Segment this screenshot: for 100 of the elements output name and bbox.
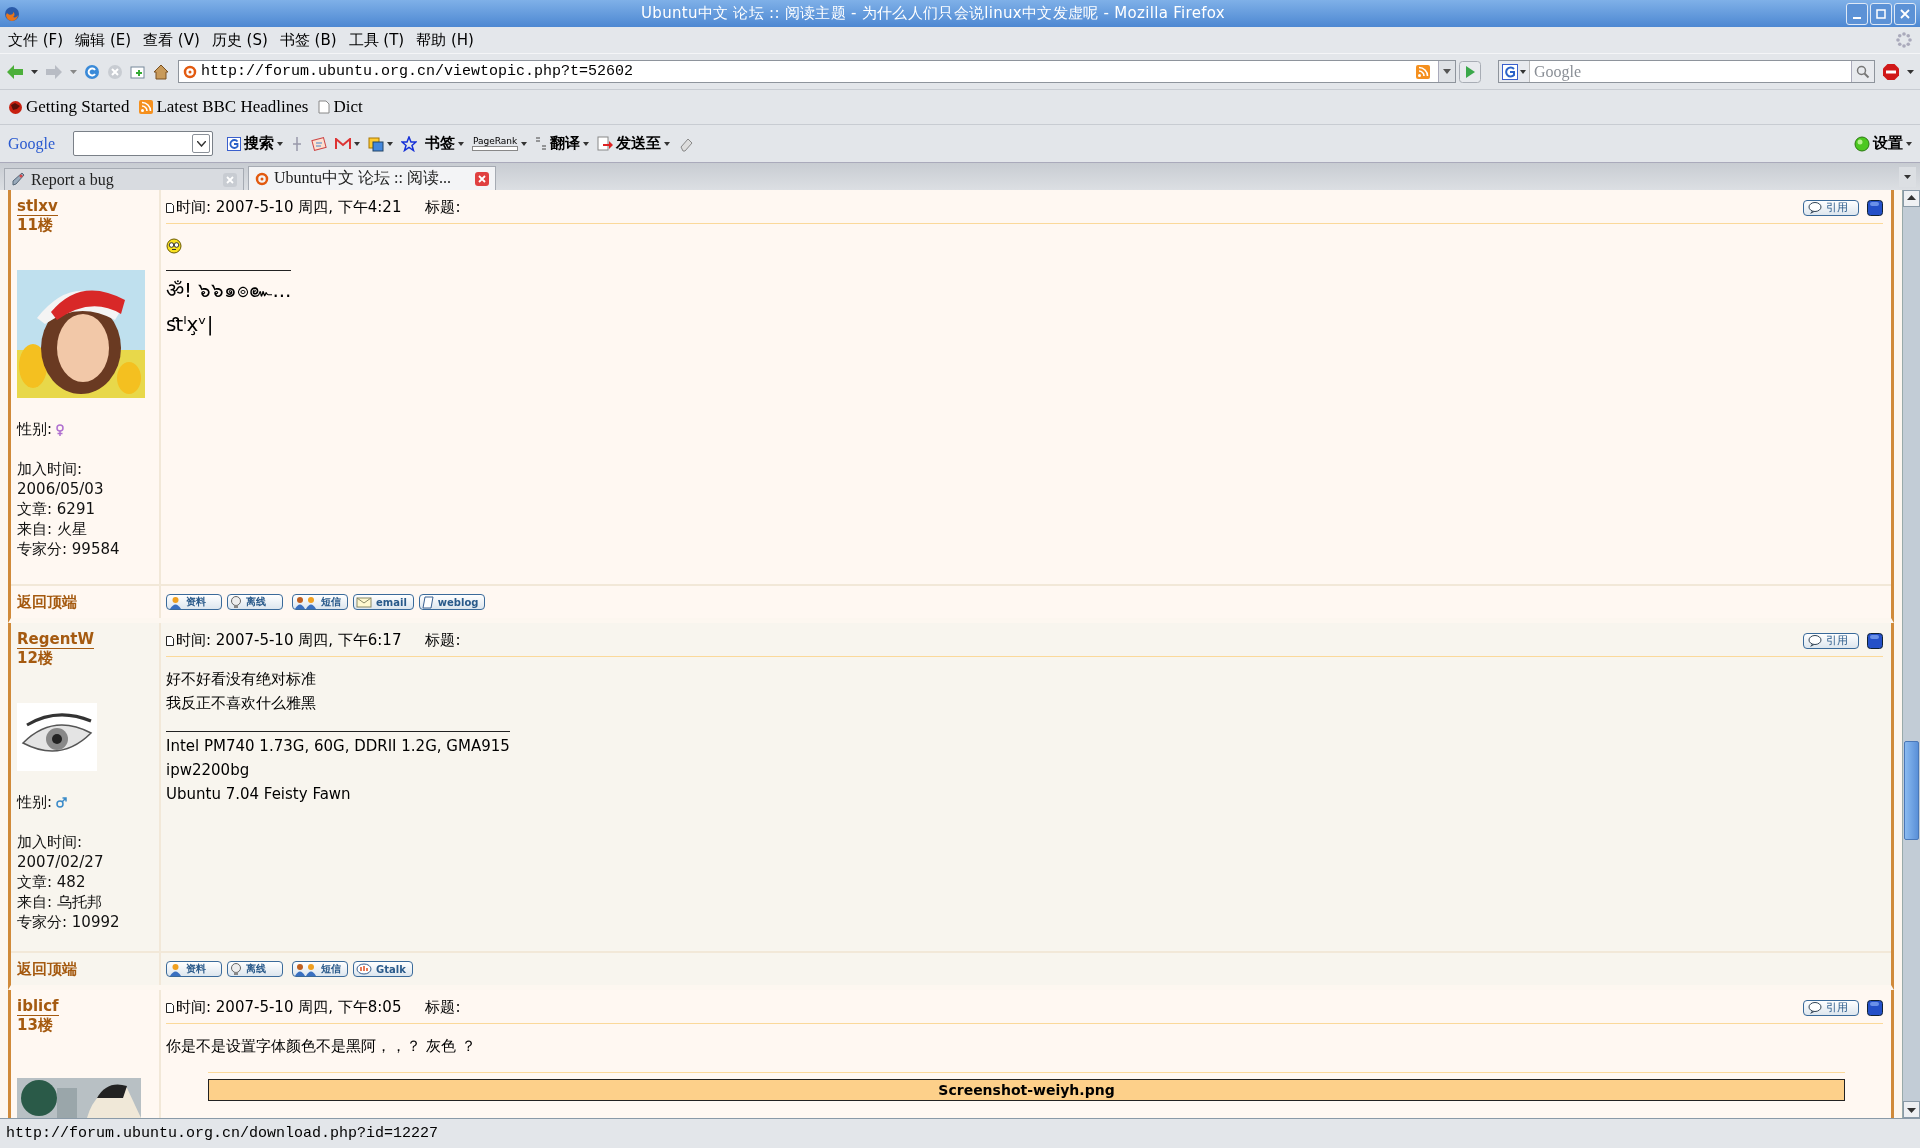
caret-icon — [521, 141, 528, 146]
subject-label: 标题: — [425, 998, 461, 1017]
browser-tab[interactable]: Report a bug — [4, 168, 244, 190]
feed-icon[interactable] — [1416, 64, 1430, 79]
menu-item[interactable]: 工具 (T) — [343, 28, 410, 52]
menu-item[interactable]: 历史 (S) — [206, 28, 273, 52]
close-icon — [1899, 7, 1911, 20]
caret-icon — [354, 141, 361, 146]
history-dropdown-button[interactable] — [1438, 61, 1455, 82]
dropdown-arrow-icon[interactable] — [1907, 69, 1914, 74]
firefox-logo-icon — [8, 99, 23, 115]
search-button[interactable] — [1851, 61, 1874, 82]
star-icon[interactable] — [401, 135, 418, 152]
back-to-top-link[interactable]: 返回顶端 — [17, 593, 77, 611]
maximize-button[interactable] — [1870, 2, 1892, 25]
gender-label: 性别: — [17, 793, 53, 812]
profile-action-button[interactable]: 短信 — [292, 961, 348, 977]
pagerank-button[interactable]: PageRank — [472, 136, 528, 151]
post-icon — [166, 202, 174, 213]
maximize-icon — [1875, 7, 1887, 20]
adblock-icon[interactable] — [1882, 62, 1900, 81]
quote-button[interactable]: 引用 — [1803, 199, 1859, 216]
site-icon — [255, 171, 269, 186]
status-dot-icon — [1854, 135, 1870, 152]
caret-icon — [664, 141, 671, 146]
menu-item[interactable]: 文件 (F) — [3, 28, 69, 52]
user-info-text: 2007/02/27 — [17, 852, 104, 872]
square-icon[interactable] — [1867, 632, 1883, 649]
caret-icon — [196, 140, 206, 147]
quote-button[interactable]: 引用 — [1803, 999, 1859, 1016]
profile-action-button[interactable]: 离线 — [227, 594, 283, 610]
people-icon — [295, 962, 317, 976]
speech-bubble-icon — [1808, 634, 1822, 647]
reload-icon[interactable] — [84, 63, 100, 80]
profile-action-button[interactable]: 资料 — [166, 961, 222, 977]
bookmark-item[interactable]: Latest BBC Headlines — [139, 97, 309, 117]
profile-action-button[interactable]: 资料 — [166, 594, 222, 610]
square-icon[interactable] — [1867, 199, 1883, 216]
scroll-up-button[interactable] — [1903, 190, 1920, 207]
back-icon[interactable] — [6, 63, 24, 80]
username-link[interactable]: RegentW — [17, 631, 95, 649]
go-icon[interactable] — [1459, 60, 1481, 83]
google-logo: Google — [8, 134, 56, 153]
post-icon — [166, 1002, 174, 1013]
user-info-text: 加入时间: — [17, 459, 83, 479]
menu-item[interactable]: 查看 (V) — [138, 28, 205, 52]
settings-button[interactable]: 设置 — [1854, 134, 1912, 153]
menu-item[interactable]: 编辑 (E) — [70, 28, 137, 52]
post-icon — [166, 635, 174, 646]
browser-tab[interactable]: Ubuntu中文 论坛 :: 阅读... — [248, 166, 496, 190]
search-engine-button[interactable] — [1499, 61, 1530, 82]
news-icon[interactable] — [311, 135, 328, 152]
post-text: 你是不是设置字体颜色不是黑阿，，？ 灰色 ？ — [166, 1036, 476, 1057]
home-icon[interactable] — [153, 63, 169, 80]
profile-action-button[interactable]: 短信 — [292, 594, 348, 610]
popup-blocker-button[interactable] — [368, 135, 394, 152]
dropdown-arrow-icon[interactable] — [31, 69, 38, 74]
translate-button[interactable]: 翻译 — [535, 134, 590, 153]
quote-button[interactable]: 引用 — [1803, 632, 1859, 649]
profile-action-button[interactable]: weblog — [418, 594, 486, 610]
close-tab-icon[interactable] — [475, 171, 489, 186]
caret-icon — [1520, 69, 1526, 74]
scroll-down-button[interactable] — [1903, 1101, 1920, 1118]
send-to-button[interactable]: 发送至 — [597, 134, 671, 153]
toolbar-search-field[interactable] — [73, 131, 214, 156]
g-letter-icon — [1502, 63, 1518, 80]
menu-item[interactable]: 书签 (B) — [274, 28, 342, 52]
bookmark-item[interactable]: Getting Started — [8, 97, 130, 117]
username-link[interactable]: stlxv — [17, 198, 58, 216]
caret-icon — [583, 141, 590, 146]
profile-action-button[interactable]: Gtalk — [353, 961, 413, 977]
post-time: 时间: 2007-5-10 周四, 下午4:21 — [176, 198, 402, 217]
post-text: 我反正不喜欢什么雅黑 — [166, 693, 316, 714]
signature-text: Ubuntu 7.04 Feisty Fawn — [166, 784, 351, 805]
user-info-text: 来自: 乌托邦 — [17, 892, 102, 912]
scrollbar-thumb[interactable] — [1904, 741, 1919, 840]
bookmarks-button[interactable]: 书签 — [425, 134, 465, 153]
g-letter-icon — [227, 136, 242, 151]
square-icon[interactable] — [1867, 999, 1883, 1016]
signature-text: ॐ! ๖๖๑๏๛... — [166, 277, 292, 304]
send-page-icon — [597, 135, 614, 152]
user-info-text: 文章: 482 — [17, 872, 86, 892]
person-icon — [169, 962, 182, 976]
gmail-button[interactable] — [335, 137, 361, 150]
bookmark-item[interactable]: Dict — [318, 97, 363, 117]
minimize-button[interactable] — [1846, 2, 1868, 25]
username-link[interactable]: iblicf — [17, 998, 59, 1016]
menu-item[interactable]: 帮助 (H) — [411, 28, 479, 52]
scrollbar[interactable] — [1902, 190, 1920, 1118]
search-button[interactable]: 搜索 — [227, 134, 284, 153]
address-field[interactable]: http://forum.ubuntu.org.cn/viewtopic.php?t=52602 — [178, 60, 1456, 83]
profile-action-button[interactable]: 离线 — [227, 961, 283, 977]
back-to-top-link[interactable]: 返回顶端 — [17, 960, 77, 978]
new-tab-icon[interactable] — [130, 63, 146, 80]
profile-action-button[interactable]: email — [353, 594, 414, 610]
people-icon — [295, 595, 317, 609]
post-number: 12楼 — [17, 649, 54, 667]
close-button[interactable] — [1894, 2, 1916, 25]
user-info-text: 2006/05/03 — [17, 479, 104, 499]
feed-icon — [139, 100, 154, 114]
